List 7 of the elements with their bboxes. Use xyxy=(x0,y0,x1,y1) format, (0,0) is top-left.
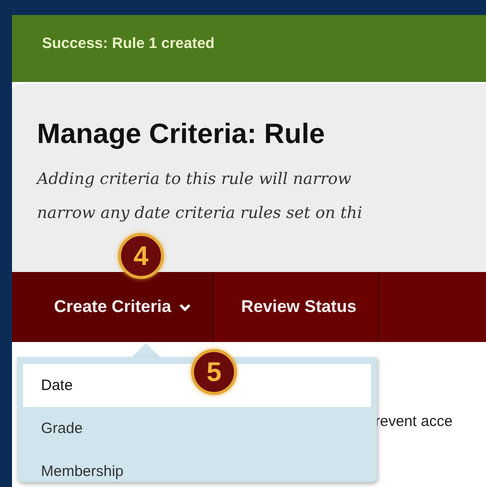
description-line: Adding criteria to this rule will narrow xyxy=(37,168,352,190)
description-line: narrow any date criteria rules set on thi xyxy=(37,202,362,224)
menu-item[interactable]: Membership xyxy=(23,450,371,487)
nav-tab[interactable]: Create Criteria xyxy=(12,272,214,342)
menu-item[interactable]: Grade xyxy=(23,407,371,450)
success-message: Success: Rule 1 created xyxy=(42,35,215,52)
page-title: Manage Criteria: Rule xyxy=(37,118,325,150)
